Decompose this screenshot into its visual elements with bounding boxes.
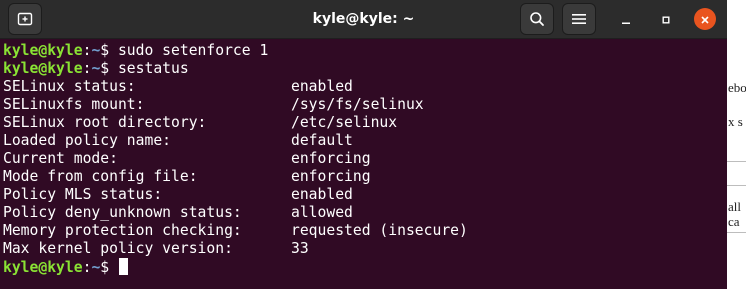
prompt-path: ~ bbox=[91, 259, 101, 276]
background-text-fragment: ca bbox=[728, 214, 740, 229]
status-row: SELinux root directory: /etc/selinux bbox=[3, 114, 723, 132]
command-line: kyle@kyle:~$ sestatus bbox=[3, 60, 723, 78]
status-row: Current mode: enforcing bbox=[3, 150, 723, 168]
maximize-icon bbox=[661, 10, 671, 29]
status-value: 33 bbox=[291, 240, 309, 257]
status-key: Max kernel policy version: bbox=[3, 240, 233, 257]
status-value: enabled bbox=[291, 78, 353, 95]
terminal-window: kyle@kyle: ~ kyle@kyle:~$ sudo setenforc… bbox=[0, 0, 727, 289]
background-document: ebo x s all ca bbox=[727, 0, 746, 289]
status-key: Loaded policy name: bbox=[3, 132, 172, 149]
status-key: Mode from config file: bbox=[3, 168, 198, 185]
background-divider bbox=[727, 185, 746, 186]
status-key: Policy MLS status: bbox=[3, 186, 163, 203]
prompt-spacer bbox=[109, 259, 118, 276]
active-prompt-line[interactable]: kyle@kyle:~$ bbox=[3, 258, 723, 276]
titlebar: kyle@kyle: ~ bbox=[0, 0, 727, 39]
prompt-path: ~ bbox=[91, 42, 101, 59]
status-key: SELinux status: bbox=[3, 78, 136, 95]
background-text-fragment: all bbox=[728, 199, 741, 214]
menu-button[interactable] bbox=[562, 3, 596, 35]
close-button[interactable] bbox=[694, 8, 716, 30]
prompt-user-host: kyle@kyle bbox=[3, 259, 83, 276]
search-button[interactable] bbox=[520, 3, 554, 35]
status-row: Memory protection checking: requested (in… bbox=[3, 222, 723, 240]
search-icon bbox=[529, 11, 545, 27]
status-value: /etc/selinux bbox=[291, 114, 398, 131]
new-tab-button[interactable] bbox=[8, 3, 42, 35]
status-row: Loaded policy name: default bbox=[3, 132, 723, 150]
status-value: enforcing bbox=[291, 150, 371, 167]
status-key: SELinux root directory: bbox=[3, 114, 207, 131]
status-row: Policy MLS status: enabled bbox=[3, 186, 723, 204]
status-key: Current mode: bbox=[3, 150, 118, 167]
status-row: Policy deny_unknown status: allowed bbox=[3, 204, 723, 222]
background-text-fragment: ebo bbox=[728, 80, 746, 95]
status-value: /sys/fs/selinux bbox=[291, 96, 424, 113]
prompt-user-host: kyle@kyle bbox=[3, 42, 83, 59]
prompt-symbol: $ bbox=[100, 42, 110, 59]
background-divider bbox=[727, 161, 746, 162]
status-value: default bbox=[291, 132, 353, 149]
status-key: Policy deny_unknown status: bbox=[3, 204, 242, 221]
prompt-path: ~ bbox=[91, 60, 101, 77]
prompt-symbol: $ bbox=[100, 259, 110, 276]
command-text: sestatus bbox=[109, 60, 189, 77]
command-line: kyle@kyle:~$ sudo setenforce 1 bbox=[3, 42, 723, 60]
maximize-button[interactable] bbox=[655, 8, 677, 30]
prompt-user-host: kyle@kyle bbox=[3, 60, 83, 77]
background-text-fragment: x s bbox=[728, 114, 743, 129]
status-row: SELinux status: enabled bbox=[3, 78, 723, 96]
close-icon bbox=[700, 10, 710, 29]
background-divider bbox=[727, 232, 746, 233]
prompt-symbol: $ bbox=[100, 60, 110, 77]
status-value: requested (insecure) bbox=[291, 222, 468, 239]
new-tab-icon bbox=[17, 11, 33, 27]
terminal-output[interactable]: kyle@kyle:~$ sudo setenforce 1 kyle@kyle… bbox=[3, 42, 723, 286]
minimize-icon bbox=[621, 10, 631, 29]
status-row: Mode from config file: enforcing bbox=[3, 168, 723, 186]
text-cursor bbox=[118, 258, 128, 275]
status-value: allowed bbox=[291, 204, 353, 221]
status-row: SELinuxfs mount: /sys/fs/selinux bbox=[3, 96, 723, 114]
hamburger-menu-icon bbox=[572, 13, 586, 25]
minimize-button[interactable] bbox=[615, 8, 637, 30]
status-key: Memory protection checking: bbox=[3, 222, 242, 239]
status-row: Max kernel policy version: 33 bbox=[3, 240, 723, 258]
command-text: sudo setenforce 1 bbox=[109, 42, 269, 59]
status-key: SELinuxfs mount: bbox=[3, 96, 145, 113]
status-value: enforcing bbox=[291, 168, 371, 185]
status-value: enabled bbox=[291, 186, 353, 203]
